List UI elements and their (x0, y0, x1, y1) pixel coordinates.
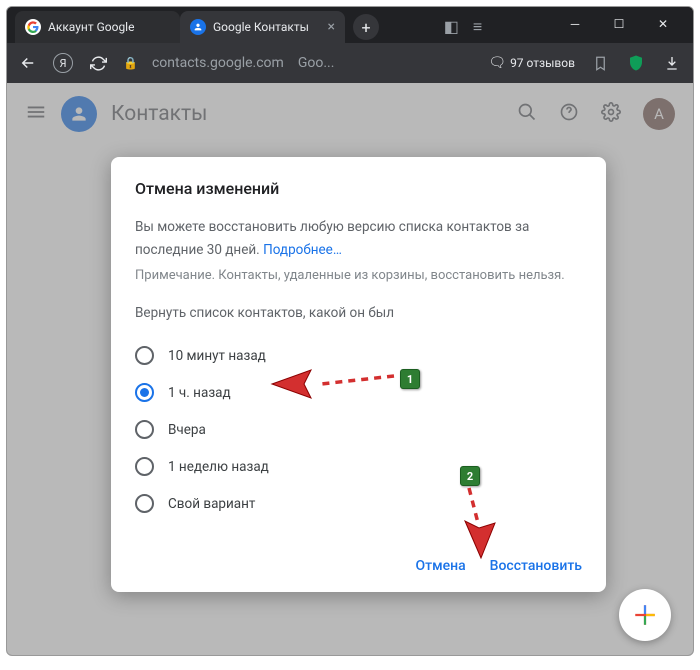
browser-window: Аккаунт Google Google Контакты × + ◧ ≡ ─… (6, 6, 694, 656)
radio-option-1week[interactable]: 1 неделю назад (135, 448, 582, 485)
tab-inactive[interactable]: Аккаунт Google (15, 11, 180, 43)
dialog-note: Примечание. Контакты, удаленные из корзи… (135, 266, 582, 286)
dialog-prompt: Вернуть список контактов, какой он был (135, 305, 582, 321)
window-controls: ─ ☐ ✕ (553, 9, 685, 39)
ext-icon[interactable]: ≡ (473, 17, 482, 37)
reviews-count: 97 отзывов (510, 56, 575, 70)
learn-more-link[interactable]: Подробнее… (263, 242, 342, 258)
lock-icon: 🔒 (123, 56, 138, 70)
dialog-actions: Отмена Восстановить (135, 558, 582, 574)
radio-icon (135, 457, 154, 476)
comment-icon: 🗨 (488, 55, 506, 71)
annotation-badge-1: 1 (400, 369, 420, 389)
back-button[interactable] (17, 52, 39, 74)
google-favicon (25, 19, 41, 35)
fab-add[interactable] (619, 589, 671, 641)
radio-icon (135, 383, 154, 402)
dialog-title: Отмена изменений (135, 179, 582, 198)
page-content: Контакты A Отмена изменен (7, 83, 693, 655)
yandex-icon[interactable]: Я (53, 53, 73, 73)
radio-icon (135, 420, 154, 439)
tab-label: Аккаунт Google (48, 20, 134, 34)
radio-label: 1 неделю назад (168, 459, 269, 475)
dialog-description: Вы можете восстановить любую версию спис… (135, 216, 582, 262)
radio-label: 1 ч. назад (168, 385, 231, 401)
radio-icon (135, 494, 154, 513)
tab-strip: Аккаунт Google Google Контакты × + ◧ ≡ ─… (7, 7, 693, 43)
close-icon[interactable]: × (328, 19, 335, 35)
download-icon[interactable] (661, 52, 683, 74)
minimize-button[interactable]: ─ (553, 9, 597, 39)
reviews-indicator[interactable]: 🗨 97 отзывов (488, 55, 575, 71)
url-tail: Goo... (298, 55, 335, 71)
ext-icon[interactable]: ◧ (444, 17, 459, 37)
radio-option-yesterday[interactable]: Вчера (135, 411, 582, 448)
radio-label: Вчера (168, 422, 206, 438)
bookmark-icon[interactable] (589, 52, 611, 74)
tab-label: Google Контакты (213, 20, 309, 34)
radio-label: Свой вариант (168, 496, 255, 512)
contacts-favicon (190, 19, 206, 35)
browser-toolbar: Я 🔒 contacts.google.com Goo... 🗨 97 отзы… (7, 43, 693, 83)
shield-icon[interactable] (625, 52, 647, 74)
close-window-button[interactable]: ✕ (641, 9, 685, 39)
url-display[interactable]: contacts.google.com (152, 55, 284, 71)
annotation-arrow-1 (269, 366, 399, 402)
radio-label: 10 минут назад (168, 348, 266, 364)
tab-active[interactable]: Google Контакты × (180, 11, 345, 43)
maximize-button[interactable]: ☐ (597, 9, 641, 39)
annotation-arrow-2 (445, 483, 505, 563)
reload-button[interactable] (87, 52, 109, 74)
new-tab-button[interactable]: + (353, 14, 379, 40)
radio-icon (135, 346, 154, 365)
radio-option-custom[interactable]: Свой вариант (135, 485, 582, 522)
